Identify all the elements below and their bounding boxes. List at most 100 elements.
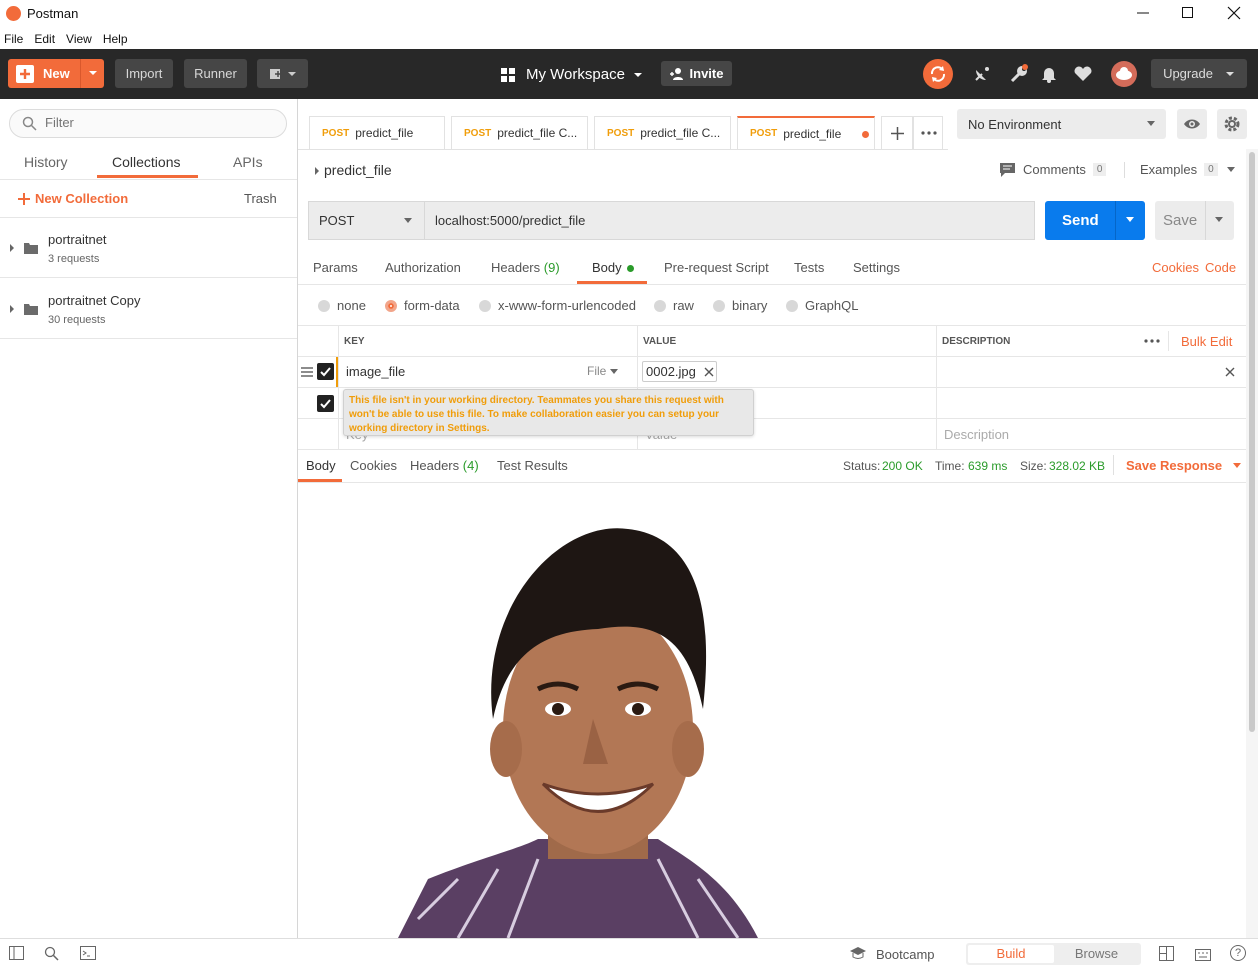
bell-icon[interactable] (1040, 65, 1058, 83)
two-pane-icon[interactable] (1159, 946, 1174, 961)
tab-tests[interactable]: Tests (794, 260, 824, 275)
satellite-icon[interactable] (973, 65, 991, 83)
delete-row-icon[interactable] (1225, 367, 1235, 377)
response-tab-cookies[interactable]: Cookies (350, 458, 397, 473)
radio-raw[interactable]: raw (654, 298, 694, 313)
filter-field[interactable] (9, 109, 287, 138)
tab-authorization[interactable]: Authorization (385, 260, 461, 275)
examples-button[interactable]: Examples 0 (1140, 162, 1236, 177)
workspace-label: My Workspace (526, 66, 625, 83)
request-tab[interactable]: POST predict_file C... (594, 116, 731, 149)
tab-body-label: Body (592, 260, 622, 275)
send-button[interactable]: Send (1045, 201, 1145, 240)
collection-item[interactable]: portraitnet 3 requests (0, 218, 297, 278)
tab-params[interactable]: Params (313, 260, 358, 275)
comments-button[interactable]: Comments 0 (1000, 162, 1107, 177)
console-icon[interactable] (80, 946, 96, 960)
environment-select[interactable]: No Environment (957, 109, 1166, 139)
response-tab-test-results[interactable]: Test Results (497, 458, 568, 473)
browse-mode-button[interactable]: Browse (1054, 945, 1139, 963)
window-title: Postman (27, 6, 79, 21)
more-icon[interactable] (1144, 339, 1160, 343)
tab-body[interactable]: Body (592, 260, 634, 275)
invite-button[interactable]: Invite (661, 61, 732, 86)
request-name[interactable]: predict_file (324, 162, 392, 178)
radio-graphql[interactable]: GraphQL (786, 298, 858, 313)
close-window-icon[interactable] (1227, 6, 1241, 20)
import-button[interactable]: Import (115, 59, 173, 88)
tab-options-button[interactable] (913, 116, 943, 149)
menu-edit[interactable]: Edit (34, 32, 55, 46)
key-cell[interactable]: image_file (346, 364, 405, 379)
maximize-icon[interactable] (1181, 6, 1195, 20)
tab-name: predict_file (783, 126, 842, 141)
tab-collections[interactable]: Collections (112, 154, 180, 170)
scrollbar-thumb[interactable] (1249, 152, 1255, 732)
runner-button[interactable]: Runner (184, 59, 247, 88)
keyboard-icon[interactable] (1195, 946, 1211, 961)
method-select[interactable]: POST (308, 201, 424, 240)
warning-tooltip: This file isn't in your working director… (343, 389, 754, 436)
response-tab-body[interactable]: Body (306, 458, 336, 473)
examples-count-badge: 0 (1204, 163, 1218, 176)
time-value: 639 ms (968, 459, 1008, 473)
build-mode-button[interactable]: Build (968, 945, 1054, 963)
scrollbar[interactable] (1246, 149, 1258, 938)
radio-none[interactable]: none (318, 298, 366, 313)
new-button[interactable]: New (8, 59, 104, 88)
radio-urlencoded[interactable]: x-www-form-urlencoded (479, 298, 636, 313)
close-icon[interactable] (704, 367, 714, 377)
bootcamp-link[interactable]: Bootcamp (876, 947, 935, 962)
heart-icon[interactable] (1073, 66, 1093, 82)
cookies-link[interactable]: Cookies (1152, 260, 1199, 275)
trash-button[interactable]: Trash (244, 191, 277, 206)
type-select[interactable]: File (587, 364, 618, 378)
column-description: DESCRIPTION (942, 336, 1011, 347)
checkbox-checked-icon[interactable] (317, 395, 334, 412)
wrench-icon[interactable] (1009, 64, 1029, 84)
tab-headers[interactable]: Headers (9) (491, 260, 560, 275)
column-key: KEY (344, 336, 365, 347)
caret-right-icon[interactable] (314, 166, 320, 176)
request-tab[interactable]: POST predict_file (309, 116, 445, 149)
save-response-button[interactable]: Save Response (1126, 458, 1242, 473)
minimize-icon[interactable] (1136, 6, 1150, 20)
new-description-input[interactable]: Description (944, 427, 1009, 442)
sync-icon[interactable] (923, 59, 953, 89)
workspace-selector[interactable]: My Workspace (500, 66, 643, 83)
tab-apis[interactable]: APIs (233, 154, 263, 170)
gear-icon[interactable] (1217, 109, 1247, 139)
response-tab-headers[interactable]: Headers (4) (410, 458, 479, 473)
code-link[interactable]: Code (1205, 260, 1236, 275)
tab-pre-request-script[interactable]: Pre-request Script (664, 260, 769, 275)
graduation-cap-icon[interactable] (850, 947, 866, 960)
unsaved-dot-icon[interactable] (862, 131, 869, 138)
sidebar: History Collections APIs New Collection … (0, 99, 298, 938)
tab-history[interactable]: History (24, 154, 68, 170)
find-icon[interactable] (44, 946, 59, 961)
drag-handle-icon[interactable] (301, 367, 313, 377)
tab-settings[interactable]: Settings (853, 260, 900, 275)
eye-icon[interactable] (1177, 109, 1207, 139)
radio-icon (479, 299, 491, 312)
url-input[interactable]: localhost:5000/predict_file (424, 201, 1035, 240)
menu-help[interactable]: Help (103, 32, 128, 46)
save-button[interactable]: Save (1155, 201, 1234, 240)
new-tab-button[interactable] (881, 116, 913, 149)
filter-input[interactable] (45, 115, 265, 130)
help-icon[interactable]: ? (1230, 945, 1246, 961)
request-tab[interactable]: POST predict_file C... (451, 116, 588, 149)
upgrade-button[interactable]: Upgrade (1151, 59, 1247, 88)
new-window-button[interactable] (257, 59, 308, 88)
avatar[interactable] (1111, 61, 1137, 87)
request-tab-active[interactable]: POST predict_file (737, 116, 875, 149)
menu-file[interactable]: File (4, 32, 23, 46)
checkbox-checked-icon[interactable] (317, 363, 334, 380)
menu-view[interactable]: View (66, 32, 92, 46)
new-collection-button[interactable]: New Collection (18, 191, 128, 206)
collection-item[interactable]: portraitnet Copy 30 requests (0, 279, 297, 339)
radio-form-data[interactable]: form-data (385, 298, 460, 313)
radio-binary[interactable]: binary (713, 298, 767, 313)
sidebar-toggle-icon[interactable] (9, 946, 24, 960)
bulk-edit-link[interactable]: Bulk Edit (1181, 334, 1232, 349)
